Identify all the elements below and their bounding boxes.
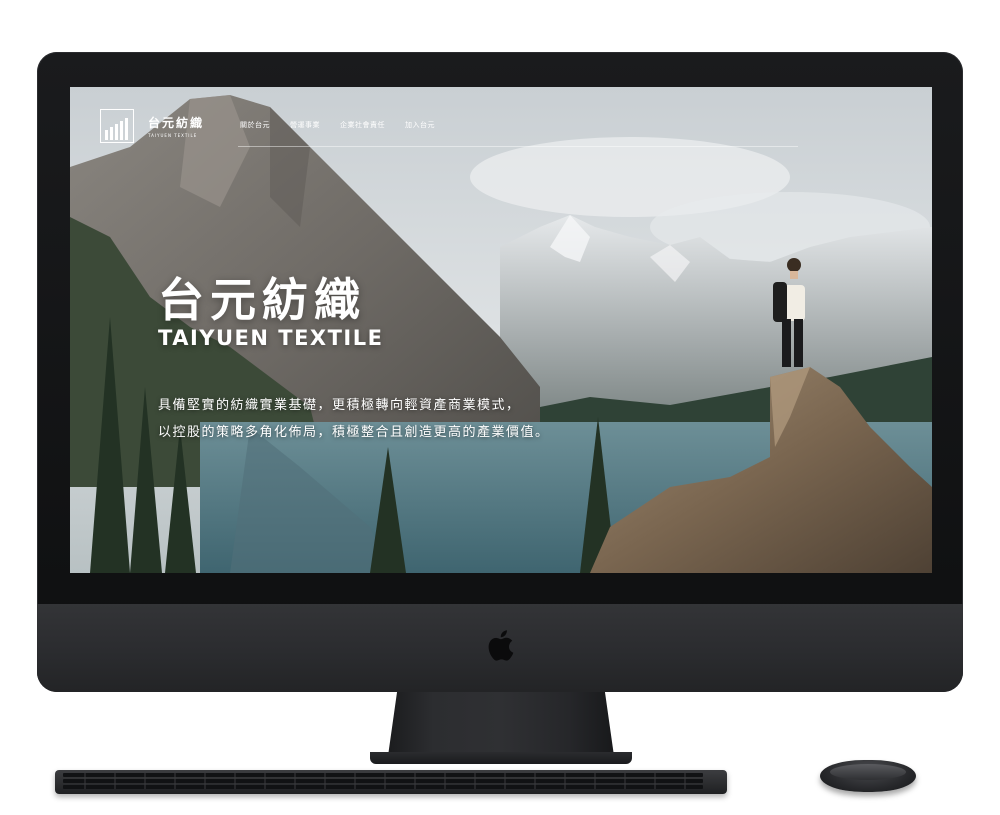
keyboard	[55, 770, 727, 794]
hero-desc-line-2: 以控股的策略多角化佈局，積極整合且創造更高的產業價值。	[158, 425, 550, 440]
monitor-stand	[388, 692, 614, 756]
mouse-surface	[830, 764, 906, 780]
monitor-stand-base	[370, 752, 632, 764]
brand-logo[interactable]: 台元紡織 TAIYUEN TEXTILE	[100, 109, 204, 143]
brand-name-en: TAIYUEN TEXTILE	[148, 133, 198, 138]
nav-item-business[interactable]: 營運事業	[290, 120, 320, 130]
hero-title-cn: 台元紡織	[158, 273, 366, 327]
hero-title-en: TAIYUEN TEXTILE	[158, 326, 384, 350]
nav-item-csr[interactable]: 企業社會責任	[340, 120, 385, 130]
main-nav: 關於台元 營運事業 企業社會責任 加入台元	[240, 120, 435, 130]
mouse	[820, 760, 916, 792]
hero-description: 具備堅實的紡織實業基礎，更積極轉向輕資產商業模式， 以控股的策略多角化佈局，積極…	[158, 392, 550, 446]
nav-item-careers[interactable]: 加入台元	[405, 120, 435, 130]
nav-item-about[interactable]: 關於台元	[240, 120, 270, 130]
apple-logo-icon	[488, 630, 514, 661]
keyboard-keys	[63, 773, 703, 789]
brand-name-cn: 台元紡織	[148, 116, 205, 130]
nav-divider	[238, 146, 798, 147]
bar-chart-logo-icon	[100, 109, 134, 143]
hero-desc-line-1: 具備堅實的紡織實業基礎，更積極轉向輕資產商業模式，	[158, 398, 521, 413]
screen: 台元紡織 TAIYUEN TEXTILE 關於台元 營運事業 企業社會責任 加入…	[70, 87, 932, 573]
